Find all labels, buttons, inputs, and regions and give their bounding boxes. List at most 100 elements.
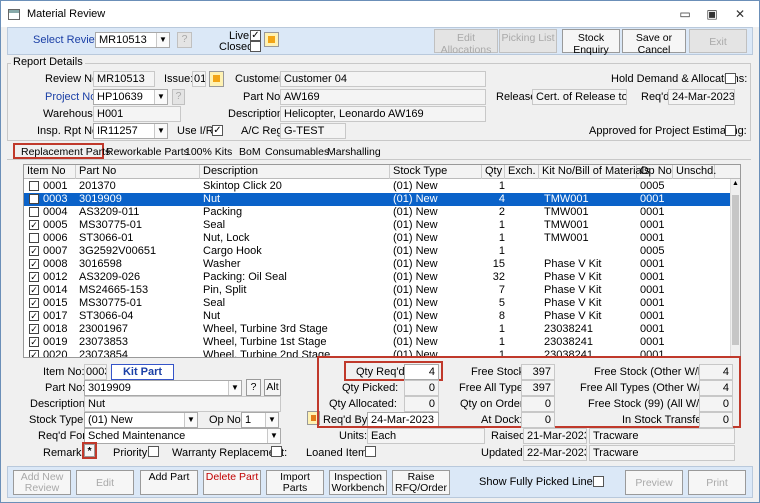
cell-stock: (01) New (393, 219, 438, 231)
project-help-button[interactable]: ? (172, 89, 185, 105)
row-checkbox[interactable]: ✓ (29, 246, 39, 256)
issue-note-icon[interactable] (209, 71, 224, 87)
row-checkbox[interactable]: ✓ (29, 337, 39, 347)
edit-allocations-button[interactable]: Edit Allocations (434, 29, 498, 56)
add-part-button[interactable]: Add Part (140, 470, 198, 495)
col-qty[interactable]: Qty (482, 165, 505, 179)
loaned-item-checkbox[interactable] (365, 446, 376, 457)
insp-rpt-dropdown[interactable]: IR11257 ▼ (93, 123, 168, 139)
free-all-types-field: 397 (521, 380, 555, 396)
tab-marshalling[interactable]: Marshalling (327, 145, 381, 161)
alt-button[interactable]: Alt (264, 379, 281, 396)
col-stock-type[interactable]: Stock Type (390, 165, 482, 179)
part-help-button[interactable]: ? (246, 379, 261, 396)
col-unschd[interactable]: Unschd. (673, 165, 716, 179)
table-row[interactable]: ✓ 0014 MS24665-153 Pin, Split (01) New 7 Phase… (24, 284, 730, 297)
free-stock-other-field: 4 (699, 364, 733, 380)
table-row[interactable]: 0003 3019909 Nut (01) New 4 TMW001 0001 (24, 193, 730, 206)
preview-button[interactable]: Preview (625, 470, 683, 495)
tab-kits[interactable]: 100% Kits (185, 145, 232, 161)
table-row[interactable]: ✓ 0018 23001967 Wheel, Turbine 3rd Stage (01… (24, 323, 730, 336)
in-stock-transfer-label: In Stock Transfer: (622, 414, 709, 426)
approved-label: Approved for Project Estimating: (589, 125, 747, 137)
row-checkbox[interactable]: ✓ (29, 298, 39, 308)
edit-button[interactable]: Edit (76, 470, 134, 495)
tab-consumables[interactable]: Consumables (265, 145, 329, 161)
row-checkbox[interactable]: ✓ (29, 272, 39, 282)
col-exch[interactable]: Exch. (505, 165, 539, 179)
show-fully-picked-checkbox[interactable] (593, 476, 604, 487)
grid-scrollbar[interactable]: ▲ (730, 179, 740, 357)
table-row[interactable]: ✓ 0005 MS30775-01 Seal (01) New 1 TMW001 0001 (24, 219, 730, 232)
help-button[interactable]: ? (177, 32, 192, 48)
exit-button[interactable]: Exit (689, 29, 747, 53)
col-op-no[interactable]: Op No (637, 165, 673, 179)
add-new-review-button[interactable]: Add New Review (13, 470, 71, 495)
priority-label: Priority: (113, 447, 151, 459)
table-row[interactable]: ✓ 0012 AS3209-026 Packing: Oil Seal (01) New… (24, 271, 730, 284)
approved-checkbox[interactable] (725, 125, 736, 136)
hold-demand-checkbox[interactable] (725, 73, 736, 84)
row-checkbox[interactable]: ✓ (29, 350, 39, 357)
insp-rpt-label: Insp. Rpt No: (37, 125, 102, 137)
cell-kit: 23038241 (544, 336, 593, 348)
row-checkbox[interactable]: ✓ (29, 311, 39, 321)
table-row[interactable]: ✓ 0015 MS30775-01 Seal (01) New 5 Phase V Kit 0… (24, 297, 730, 310)
note-icon[interactable] (264, 32, 279, 47)
cell-qty: 32 (492, 271, 505, 283)
col-part-no[interactable]: Part No (76, 165, 200, 179)
row-checkbox[interactable]: ✓ (29, 220, 39, 230)
use-ir-checkbox[interactable]: ✓ (212, 125, 223, 136)
select-review-dropdown[interactable]: MR10513 ▼ (95, 32, 170, 48)
units-field: Each (367, 428, 485, 444)
table-row[interactable]: ✓ 0019 23073853 Wheel, Turbine 1st Stage (01… (24, 336, 730, 349)
tab-replacement-parts[interactable]: Replacement Parts (21, 145, 110, 161)
restore-icon[interactable]: ▣ (699, 5, 725, 23)
table-row[interactable]: 0004 AS3209-011 Packing (01) New 2 TMW001 0001 (24, 206, 730, 219)
issue-field: 01 (192, 71, 206, 87)
priority-checkbox[interactable] (148, 446, 159, 457)
detail-part-no-dropdown[interactable]: 3019909 ▼ (84, 380, 242, 396)
import-parts-button[interactable]: Import Parts (266, 470, 324, 495)
loaned-item-label: Loaned Item: (306, 447, 371, 459)
delete-part-button[interactable]: Delete Part (203, 470, 261, 495)
minimize-icon[interactable]: ▭ (672, 5, 698, 23)
tab-reworkable-parts[interactable]: Reworkable Parts (106, 145, 189, 161)
scroll-up-icon[interactable]: ▲ (732, 180, 739, 187)
stock-enquiry-button[interactable]: Stock Enquiry (562, 29, 620, 56)
table-row[interactable]: ✓ 0008 3016598 Washer (01) New 15 Phase V Kit 0… (24, 258, 730, 271)
table-row[interactable]: 0006 ST3066-01 Nut, Lock (01) New 1 TMW001 000… (24, 232, 730, 245)
tab-bom[interactable]: BoM (239, 145, 261, 161)
table-row[interactable]: 0001 201370 Skintop Click 20 (01) New 1 0005 (24, 180, 730, 193)
col-description[interactable]: Description (200, 165, 390, 179)
row-checkbox[interactable] (29, 233, 39, 243)
row-checkbox[interactable]: ✓ (29, 285, 39, 295)
part-no-field: AW169 (280, 89, 486, 105)
reqd-for-dropdown[interactable]: Sched Maintenance ▼ (84, 428, 281, 444)
stock-type-dropdown[interactable]: (01) New ▼ (84, 412, 198, 428)
picking-list-button[interactable]: Picking List (499, 29, 557, 53)
project-no-dropdown[interactable]: HP10639 ▼ (93, 89, 168, 105)
live-checkbox[interactable]: ✓ (250, 30, 261, 41)
col-kit-no[interactable]: Kit No/Bill of Materials (539, 165, 650, 179)
row-checkbox[interactable]: ✓ (29, 259, 39, 269)
cell-kit: TMW001 (544, 206, 589, 218)
save-or-cancel-button[interactable]: Save or Cancel (622, 29, 686, 56)
row-checkbox[interactable] (29, 181, 39, 191)
closed-checkbox[interactable] (250, 41, 261, 52)
row-checkbox[interactable] (29, 194, 39, 204)
warranty-checkbox[interactable] (271, 446, 282, 457)
row-checkbox[interactable] (29, 207, 39, 217)
op-no-dropdown[interactable]: 1 ▼ (241, 412, 279, 428)
cell-item: 0005 (43, 219, 68, 231)
print-button[interactable]: Print (688, 470, 746, 495)
inspection-workbench-button[interactable]: Inspection Workbench (329, 470, 387, 495)
row-checkbox[interactable]: ✓ (29, 324, 39, 334)
close-icon[interactable]: ✕ (727, 5, 753, 23)
table-row[interactable]: ✓ 0007 3G2592V00651 Cargo Hook (01) New 1 0005 (24, 245, 730, 258)
scroll-thumb[interactable] (732, 195, 739, 345)
table-row[interactable]: ✓ 0017 ST3066-04 Nut (01) New 8 Phase V Kit 000… (24, 310, 730, 323)
raise-rfq-order-button[interactable]: Raise RFQ/Order (392, 470, 450, 495)
col-item-no[interactable]: Item No (24, 165, 76, 179)
remarks-button[interactable]: * (84, 444, 95, 457)
